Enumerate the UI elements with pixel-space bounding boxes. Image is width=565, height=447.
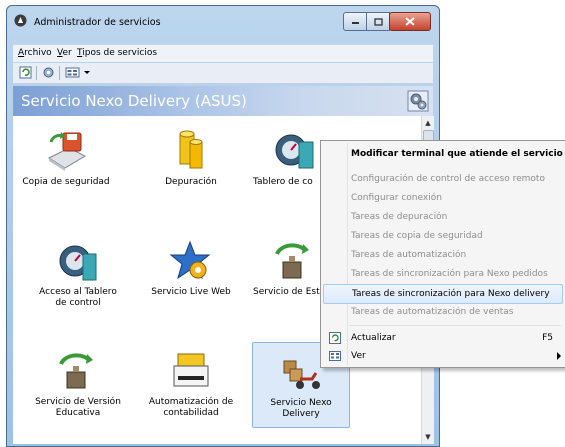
minimize-button[interactable] — [343, 12, 367, 31]
menu-bar: Archivo Ver Tipos de servicios — [13, 44, 433, 62]
services-icon[interactable] — [407, 90, 429, 112]
service-item-label: Automatización de contabilidad — [148, 397, 234, 418]
toolbar — [13, 63, 433, 84]
service-item-acceso-tablero[interactable]: Acceso al Tablero de control — [33, 240, 123, 309]
scroll-up-arrow-icon[interactable]: ▲ — [423, 118, 433, 128]
view-icon[interactable] — [65, 66, 80, 79]
menu-item-shortcut: F5 — [542, 333, 553, 343]
maximize-icon — [373, 17, 383, 26]
view-icon — [329, 351, 341, 361]
menu-item-modificar-terminal[interactable]: Modificar terminal que atiende el servic… — [323, 145, 563, 163]
database-icon — [179, 130, 203, 169]
service-item-label: Copia de seguridad — [22, 177, 110, 187]
menu-tipos-de-servicios[interactable]: Tipos de servicios — [77, 48, 157, 58]
menu-item-label: Actualizar — [351, 333, 396, 343]
service-item-depuracion[interactable]: Depuración — [146, 130, 236, 188]
close-icon — [405, 17, 415, 26]
menu-item-label: Ver — [351, 351, 366, 361]
service-item-version-educativa[interactable]: Servicio de Versión Educativa — [33, 350, 123, 419]
window-title: Administrador de servicios — [34, 17, 161, 28]
title-bar[interactable]: Administrador de servicios — [7, 6, 439, 36]
menu-item-label: Modificar terminal que atiende el servic… — [351, 149, 563, 159]
delivery-icon — [283, 360, 320, 389]
menu-item-label: Configuración de control de acceso remot… — [351, 174, 545, 184]
refresh-icon — [329, 332, 341, 344]
menu-item-configurar-conexion: Configurar conexión — [323, 189, 563, 207]
service-item-copia-de-seguridad[interactable]: Copia de seguridad — [21, 130, 111, 188]
menu-separator — [349, 325, 561, 326]
refresh-icon[interactable] — [19, 66, 32, 79]
service-item-label: Servicio de Versión Educativa — [35, 397, 121, 418]
close-button[interactable] — [389, 12, 431, 31]
menu-item-label: Tareas de automatización de ventas — [351, 307, 514, 317]
menu-item-label: Tareas de automatización — [351, 250, 467, 260]
service-item-label: Servicio Nexo Delivery — [270, 398, 332, 419]
menu-item-ver[interactable]: Ver — [323, 347, 563, 365]
live-web-icon — [169, 240, 211, 280]
settings-icon[interactable] — [42, 66, 55, 79]
menu-item-label: Tareas de sincronización para Nexo deliv… — [352, 289, 550, 299]
submenu-arrow-icon — [557, 352, 561, 360]
banner-title: Servicio Nexo Delivery (ASUS) — [21, 92, 247, 110]
menu-item-automatizacion-ventas: Tareas de automatización de ventas — [323, 303, 563, 321]
menu-item-actualizar[interactable]: Actualizar F5 — [323, 329, 563, 347]
context-menu: Modificar terminal que atiende el servic… — [320, 140, 565, 368]
education-icon — [59, 353, 93, 389]
scroll-down-arrow-icon[interactable]: ▼ — [423, 432, 433, 442]
service-banner: Servicio Nexo Delivery (ASUS) — [13, 86, 433, 116]
dashboard-access-icon — [59, 245, 97, 281]
service-item-automatizacion-contabilidad[interactable]: Automatización de contabilidad — [146, 350, 236, 419]
menu-item-label: Tareas de depuración — [351, 212, 448, 222]
service-item-label: Servicio Live Web — [151, 287, 231, 297]
minimize-icon — [351, 22, 359, 24]
menu-item-tareas-copia-seguridad: Tareas de copia de seguridad — [323, 227, 563, 245]
service-item-label: Acceso al Tablero de control — [39, 287, 117, 308]
menu-item-control-acceso-remoto: Configuración de control de acceso remot… — [323, 170, 563, 188]
service-item-live-web[interactable]: Servicio Live Web — [146, 240, 236, 298]
menu-archivo[interactable]: Archivo — [18, 48, 52, 58]
menu-item-label: Tareas de sincronización para Nexo pedid… — [351, 269, 548, 279]
dropdown-arrow-icon[interactable] — [83, 66, 91, 79]
toolbar-separator — [59, 66, 60, 80]
dashboard-icon — [275, 134, 314, 169]
toolbar-separator — [36, 66, 37, 80]
menu-ver[interactable]: Ver — [57, 48, 72, 58]
backup-icon — [47, 132, 87, 171]
accounting-icon — [173, 353, 209, 387]
menu-item-tareas-automatizacion: Tareas de automatización — [323, 246, 563, 264]
menu-item-label: Configurar conexión — [351, 193, 442, 203]
menu-item-tareas-depuracion: Tareas de depuración — [323, 208, 563, 226]
menu-item-label: Tareas de copia de seguridad — [351, 231, 483, 241]
app-icon — [14, 14, 27, 27]
maximize-button[interactable] — [366, 12, 390, 31]
menu-item-sincronizacion-nexo-pedidos: Tareas de sincronización para Nexo pedid… — [323, 265, 563, 283]
service-item-label: Depuración — [165, 177, 217, 187]
menu-item-sincronizacion-nexo-delivery[interactable]: Tareas de sincronización para Nexo deliv… — [323, 284, 563, 304]
stats-service-icon — [275, 243, 309, 279]
